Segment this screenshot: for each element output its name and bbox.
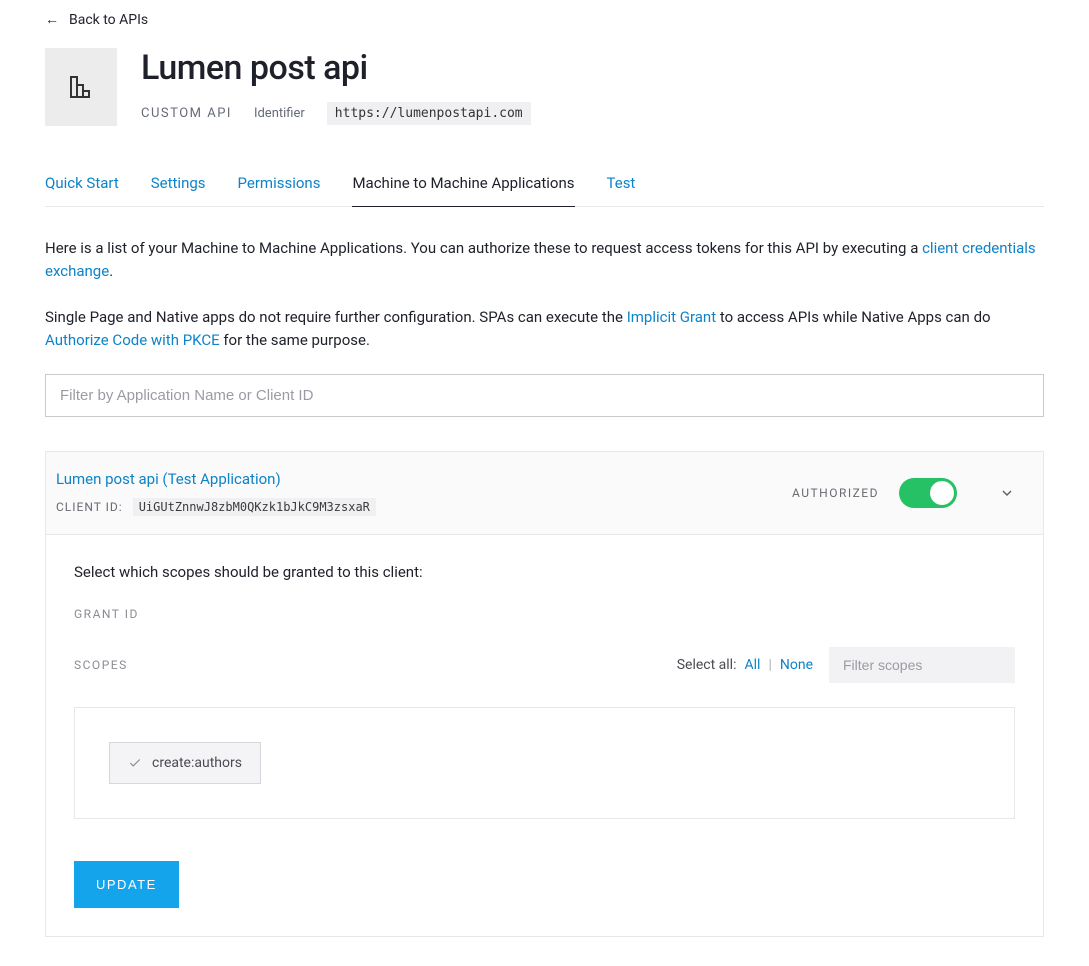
- intro-text: Here is a list of your Machine to Machin…: [45, 237, 1044, 352]
- chevron-down-icon[interactable]: [999, 485, 1015, 501]
- scope-chip-label: create:authors: [152, 755, 242, 771]
- application-filter-input[interactable]: [45, 374, 1044, 417]
- api-header: Lumen post api CUSTOM API Identifier htt…: [45, 48, 1044, 126]
- authorized-label: AUTHORIZED: [792, 486, 879, 500]
- tab-m2m-applications[interactable]: Machine to Machine Applications: [352, 174, 574, 207]
- back-to-apis-link[interactable]: ← Back to APIs: [45, 12, 148, 28]
- intro-p1-b: .: [109, 262, 113, 280]
- select-all-link[interactable]: All: [744, 657, 760, 673]
- select-none-link[interactable]: None: [780, 657, 813, 673]
- intro-p2-c: for the same purpose.: [220, 331, 370, 349]
- scopes-intro-text: Select which scopes should be granted to…: [74, 563, 1015, 581]
- back-link-text: Back to APIs: [69, 12, 148, 28]
- scopes-container: create:authors: [74, 707, 1015, 819]
- scopes-label: SCOPES: [74, 658, 677, 672]
- update-button[interactable]: UPDATE: [74, 861, 179, 908]
- intro-p2-a: Single Page and Native apps do not requi…: [45, 308, 627, 326]
- tab-quick-start[interactable]: Quick Start: [45, 174, 119, 207]
- scope-filter-input[interactable]: [829, 647, 1015, 683]
- api-icon: [69, 75, 93, 99]
- application-card: Lumen post api (Test Application) CLIENT…: [45, 451, 1044, 937]
- application-card-body: Select which scopes should be granted to…: [46, 534, 1043, 936]
- select-separator: |: [768, 657, 771, 673]
- authorized-toggle[interactable]: [899, 478, 957, 508]
- scope-chip-create-authors[interactable]: create:authors: [109, 742, 261, 784]
- identifier-label: Identifier: [254, 106, 305, 121]
- client-id-label: CLIENT ID:: [56, 500, 123, 514]
- tab-test[interactable]: Test: [607, 174, 636, 207]
- authorize-code-pkce-link[interactable]: Authorize Code with PKCE: [45, 331, 220, 349]
- api-type-label: CUSTOM API: [141, 106, 232, 121]
- intro-p2-b: to access APIs while Native Apps can do: [716, 308, 990, 326]
- application-name-link[interactable]: Lumen post api (Test Application): [56, 470, 281, 488]
- api-avatar: [45, 48, 117, 126]
- identifier-value: https://lumenpostapi.com: [327, 102, 531, 125]
- client-id-value: UiGUtZnnwJ8zbM0QKzk1bJkC9M3zsxaR: [133, 498, 376, 516]
- intro-p1-a: Here is a list of your Machine to Machin…: [45, 239, 922, 257]
- select-all-label: Select all:: [677, 657, 737, 673]
- arrow-left-icon: ←: [45, 13, 59, 27]
- application-card-header: Lumen post api (Test Application) CLIENT…: [46, 452, 1043, 534]
- tabs: Quick Start Settings Permissions Machine…: [45, 174, 1044, 207]
- tab-settings[interactable]: Settings: [151, 174, 206, 207]
- grant-id-label: GRANT ID: [74, 607, 1015, 621]
- check-icon: [128, 756, 142, 770]
- implicit-grant-link[interactable]: Implicit Grant: [627, 308, 716, 326]
- api-title: Lumen post api: [141, 48, 531, 88]
- tab-permissions[interactable]: Permissions: [238, 174, 321, 207]
